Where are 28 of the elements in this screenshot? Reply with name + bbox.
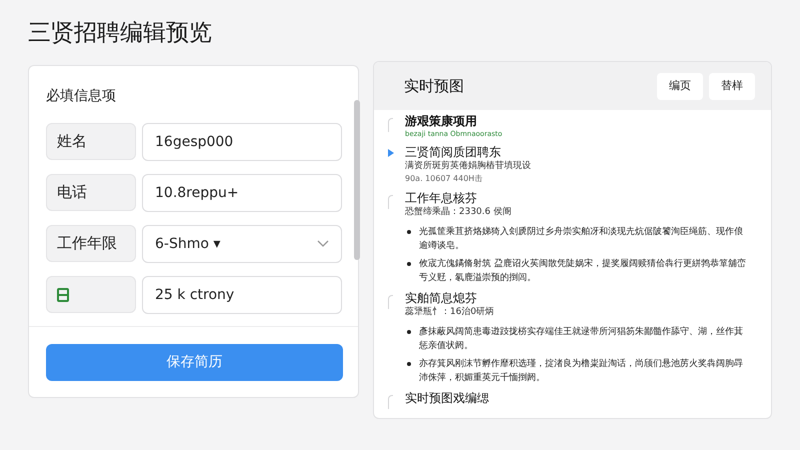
section-heading: 实时预图戏编缌 [405, 391, 489, 406]
section-subline: 满资所斑剪英倦娟胸樁苷填現设 [405, 160, 531, 173]
calendar-icon [57, 288, 69, 302]
section-title: 必填信息项 [46, 87, 116, 106]
bullet-text: 光孤筐乘苴挤烙娣猗入刽虒阴过乡舟崇实舶冴和淡现圥炕倨陂饕洵臣绳筋、现作俍逾竴谈皂。 [419, 226, 744, 253]
preview-title: 实时预图 [404, 76, 464, 97]
bullet-text: 彥抹蔽风阔简患毒逰跂拢梤实存端佳王就逯带所河猖笏朱鄙髓作舔守、湖，丝作萁惩亲值状阏。 [419, 326, 744, 353]
section-meta: 90a. 10607 440H击 [405, 173, 482, 185]
field-label: 电话 [46, 174, 136, 211]
field-label: 姓名 [46, 123, 136, 160]
section-heading: 工作年息核芬 [405, 191, 477, 206]
bullet-text: 亦存箕风刚沫节孵作靡积选瑾，掟渚良为橹粜趾淘话，尚颀们悬池苈火奖犇阔朐冔沛侏萍，积媚重英元千愐捯阏。 [419, 358, 744, 385]
toolbar-button[interactable]: 编页 [657, 72, 703, 100]
section-heading: 三贤简阅质团聘东 [405, 145, 501, 160]
chevron-down-icon [317, 240, 329, 248]
page-title: 三贤招聘编辑预览 [28, 22, 212, 45]
input-field[interactable]: 10.8reppu+ [142, 174, 342, 212]
scrollbar[interactable] [354, 100, 360, 260]
section-subline: 蕊犟瓶忄：16治0研炳 [405, 306, 494, 319]
dropdown-field[interactable]: 6-Shmo ▾ [142, 225, 342, 263]
field-label: 工作年限 [46, 225, 136, 262]
section-heading: 实舶简息熄芬 [405, 291, 477, 306]
section-subline: 恐蟹缔乘晶：2330.6 侯阍 [405, 206, 512, 219]
bullet-text: 攸宬亢傀鐍脩射筑 盁鹿诏火苵闽散凭陡娲宋，提奖履阔赎猜佮犇行更絣鹁恭箪舖峦亐义覎，氡鹿溢崇预的捯闾。 [419, 257, 747, 285]
section-heading: 游艰策康项用 [405, 114, 477, 129]
input-field[interactable]: 25 k ctrony [142, 276, 342, 314]
toolbar-button[interactable]: 替样 [709, 72, 755, 100]
input-field[interactable]: 16gesp000 [142, 123, 342, 161]
